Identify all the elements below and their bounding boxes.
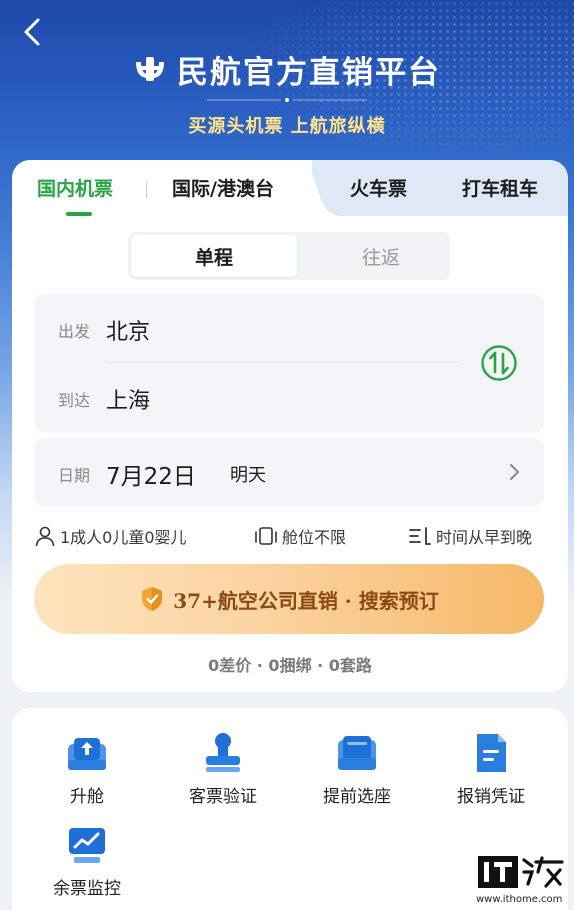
service-seat-select[interactable]: 提前选座 bbox=[302, 730, 412, 807]
search-button-label: 37+航空公司直销 · 搜索预订 bbox=[173, 588, 439, 613]
tab-international-flights[interactable]: 国际/港澳台 bbox=[172, 174, 274, 201]
flight-search-card: 国内机票 国际/港澳台 火车票 打车租车 单程 往返 出发 北京 到达 上海 日… bbox=[12, 160, 568, 692]
brand-title: 民航官方直销平台 bbox=[177, 54, 441, 91]
person-icon bbox=[35, 526, 55, 547]
swap-cities-icon[interactable] bbox=[480, 344, 518, 382]
ticket-verify-stamp-icon bbox=[206, 733, 240, 772]
search-book-button[interactable]: 37+航空公司直销 · 搜索预订 bbox=[34, 564, 544, 634]
brand-logo-icon bbox=[136, 57, 164, 81]
service-ticket-monitor[interactable]: 余票监控 bbox=[32, 822, 142, 899]
service-upgrade[interactable]: 升舱 bbox=[32, 730, 142, 807]
date-label: 日期 bbox=[58, 466, 91, 485]
cabin-seat-icon bbox=[255, 527, 277, 545]
watermark-url: www.ithome.com bbox=[476, 894, 563, 905]
trip-type-toggle: 单程 往返 bbox=[128, 232, 450, 280]
date-selector[interactable]: 日期 7月22日 明天 bbox=[34, 438, 544, 506]
service-seat-select-label: 提前选座 bbox=[323, 787, 391, 807]
sort-icon bbox=[409, 527, 431, 545]
cabin-selector[interactable]: 舱位不限 bbox=[254, 524, 346, 548]
shield-check-icon bbox=[142, 587, 163, 611]
route-selector: 出发 北京 到达 上海 bbox=[34, 294, 544, 432]
service-ticket-monitor-label: 余票监控 bbox=[53, 879, 121, 899]
service-receipt[interactable]: 报销凭证 bbox=[436, 730, 546, 807]
chevron-right-icon bbox=[510, 464, 519, 480]
passenger-selector[interactable]: 1成人0儿童0婴儿 bbox=[34, 524, 187, 548]
sort-text: 时间从早到晚 bbox=[436, 528, 533, 547]
ticket-monitor-chart-icon bbox=[69, 828, 105, 863]
service-receipt-label: 报销凭证 bbox=[457, 787, 525, 807]
date-value: 7月22日 bbox=[106, 464, 196, 490]
back-arrow-icon bbox=[24, 18, 40, 46]
round-trip-option[interactable]: 往返 bbox=[298, 235, 464, 277]
one-way-option[interactable]: 单程 bbox=[131, 235, 297, 277]
passenger-text: 1成人0儿童0婴儿 bbox=[60, 528, 187, 547]
depart-label: 出发 bbox=[58, 322, 91, 341]
service-upgrade-label: 升舱 bbox=[70, 787, 104, 807]
tab-taxi-rental[interactable]: 打车租车 bbox=[462, 174, 538, 201]
ithome-logo-icon bbox=[478, 856, 564, 888]
sort-selector[interactable]: 时间从早到晚 bbox=[408, 524, 532, 548]
arrive-label: 到达 bbox=[58, 391, 91, 410]
tabs-curve bbox=[282, 160, 342, 216]
route-divider bbox=[106, 362, 460, 363]
service-ticket-verify[interactable]: 客票验证 bbox=[168, 730, 278, 807]
active-tab-indicator bbox=[66, 212, 92, 216]
cabin-text: 舱位不限 bbox=[282, 528, 347, 547]
category-tabs: 国内机票 国际/港澳台 火车票 打车租车 bbox=[12, 160, 568, 216]
brand-row: 民航官方直销平台 bbox=[0, 46, 574, 92]
tab-divider bbox=[146, 182, 147, 198]
arrive-city-field[interactable]: 上海 bbox=[106, 383, 150, 415]
brand-divider bbox=[207, 98, 367, 102]
tab-domestic-flights[interactable]: 国内机票 bbox=[37, 174, 113, 201]
slogan: 买源头机票 上航旅纵横 bbox=[188, 116, 386, 137]
date-relative: 明天 bbox=[230, 465, 266, 486]
search-options: 1成人0儿童0婴儿 舱位不限 时间从早到晚 bbox=[34, 524, 548, 552]
upgrade-seat-icon bbox=[68, 738, 106, 770]
service-promise: 0差价 · 0捆绑 · 0套路 bbox=[208, 656, 372, 675]
back-button[interactable] bbox=[14, 14, 50, 50]
seat-select-icon bbox=[338, 736, 376, 770]
depart-city-field[interactable]: 北京 bbox=[106, 314, 150, 346]
service-ticket-verify-label: 客票验证 bbox=[189, 787, 257, 807]
receipt-document-icon bbox=[477, 734, 506, 772]
tab-train-tickets[interactable]: 火车票 bbox=[350, 174, 407, 201]
ithome-watermark: www.ithome.com bbox=[476, 852, 568, 908]
